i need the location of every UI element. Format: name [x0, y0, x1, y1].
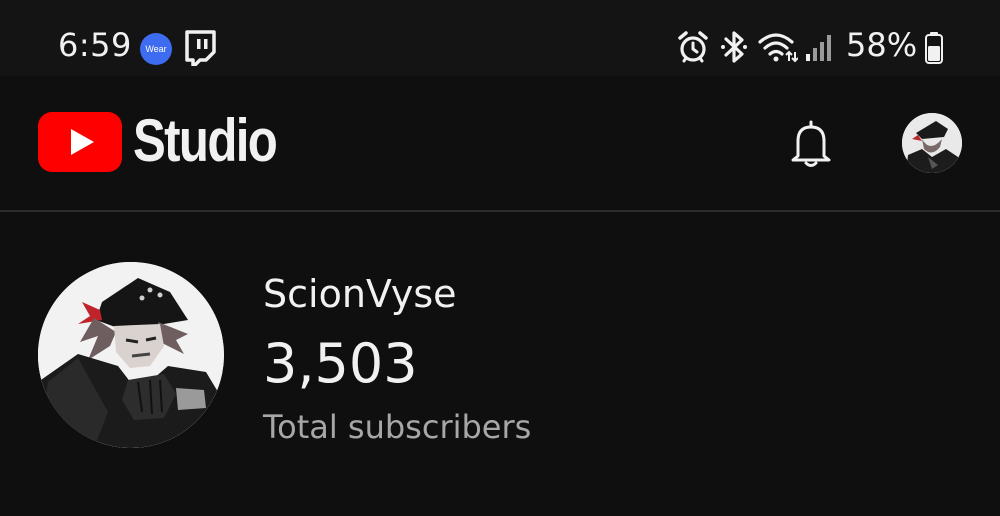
- youtube-logo-icon[interactable]: [38, 112, 122, 172]
- app-header: Studio: [0, 76, 1000, 210]
- status-time: 6:59: [58, 26, 132, 64]
- wear-app-icon: Wear: [140, 33, 172, 65]
- profile-avatar[interactable]: [902, 113, 962, 173]
- twitch-icon: [185, 30, 216, 66]
- studio-wordmark[interactable]: Studio: [133, 106, 278, 175]
- battery-icon: [925, 32, 943, 64]
- channel-avatar-illustration: [38, 262, 224, 448]
- subscriber-label: Total subscribers: [263, 408, 532, 446]
- header-divider: [0, 210, 1000, 212]
- battery-percent: 58%: [846, 26, 918, 64]
- channel-avatar[interactable]: [38, 262, 224, 448]
- wifi-icon: [758, 33, 798, 63]
- subscriber-count: 3,503: [263, 332, 418, 395]
- avatar-illustration: [902, 113, 962, 173]
- bell-icon[interactable]: [790, 118, 832, 168]
- channel-name: ScionVyse: [263, 272, 457, 316]
- alarm-icon: [678, 31, 708, 63]
- status-bar: 6:59 Wear 58%: [0, 0, 1000, 76]
- cell-signal-icon: [806, 35, 831, 61]
- bluetooth-icon: [721, 31, 747, 63]
